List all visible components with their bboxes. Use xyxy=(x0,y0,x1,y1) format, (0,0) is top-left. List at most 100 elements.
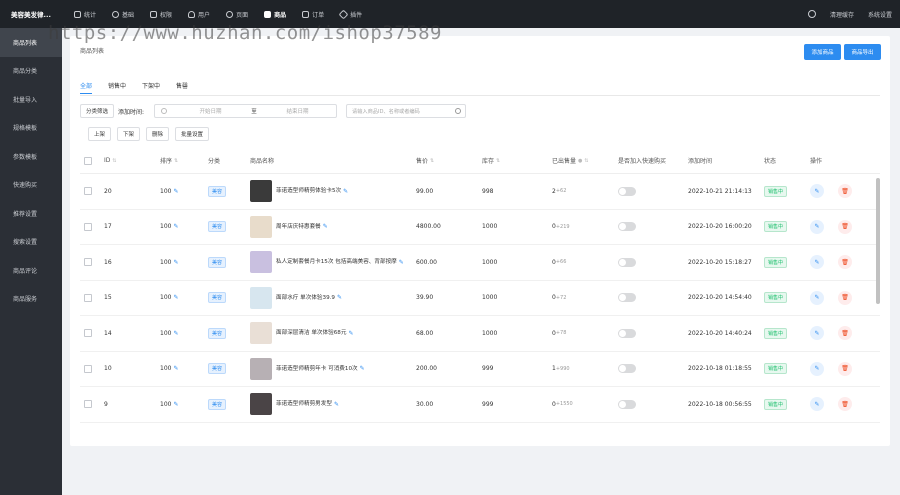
col-sort[interactable]: 排序 xyxy=(160,156,172,165)
system-settings-link[interactable]: 系统设置 xyxy=(868,10,892,19)
edit-icon[interactable]: ✎ xyxy=(810,290,824,305)
product-thumbnail[interactable] xyxy=(250,357,272,380)
tab-all[interactable]: 全部 xyxy=(80,81,93,94)
bulk-settings-button[interactable]: 批量设置 xyxy=(175,127,210,141)
quick-buy-toggle[interactable] xyxy=(618,293,636,303)
product-thumbnail[interactable] xyxy=(250,286,272,309)
sidebar-item-search-settings[interactable]: 搜索设置 xyxy=(0,228,62,257)
quick-buy-toggle[interactable] xyxy=(618,222,636,232)
product-thumbnail[interactable] xyxy=(250,322,272,345)
edit-name-icon[interactable]: ✎ xyxy=(323,223,328,230)
search-input[interactable]: 请输入商品ID、名称或者编码 xyxy=(346,104,466,118)
quick-buy-toggle[interactable] xyxy=(618,328,636,338)
tab-sold-out[interactable]: 售罄 xyxy=(176,81,188,94)
export-goods-button[interactable]: 商品导出 xyxy=(844,44,881,60)
scrollbar[interactable] xyxy=(876,178,880,304)
sort-icon[interactable]: ⇅ xyxy=(174,158,178,164)
row-checkbox[interactable] xyxy=(84,400,92,409)
product-thumbnail[interactable] xyxy=(250,393,272,416)
row-checkbox[interactable] xyxy=(84,258,92,267)
cell-sort: 100 xyxy=(160,187,172,195)
bulk-delete-button[interactable]: 删除 xyxy=(146,127,170,141)
quick-buy-toggle[interactable] xyxy=(618,364,636,374)
category-tag: 美容 xyxy=(208,256,227,268)
clear-cache-link[interactable]: 清理缓存 xyxy=(830,10,854,19)
tab-on-sale[interactable]: 销售中 xyxy=(108,81,126,94)
sidebar-item-bulk-import[interactable]: 批量导入 xyxy=(0,85,62,114)
date-range-picker[interactable]: 开始日期 至 结束日期 xyxy=(154,104,337,118)
quick-buy-toggle[interactable] xyxy=(618,186,636,196)
delete-icon[interactable]: 🗑 xyxy=(838,290,852,305)
product-thumbnail[interactable] xyxy=(250,180,272,203)
search-icon[interactable] xyxy=(455,108,461,114)
nav-label: 页面 xyxy=(236,11,249,19)
sort-icon[interactable]: ⇅ xyxy=(430,158,434,164)
sidebar-item-recommend[interactable]: 推荐设置 xyxy=(0,199,62,228)
product-thumbnail[interactable] xyxy=(250,251,272,274)
col-stock[interactable]: 库存 xyxy=(482,156,494,165)
edit-sort-icon[interactable]: ✎ xyxy=(173,330,178,337)
edit-name-icon[interactable]: ✎ xyxy=(337,294,342,301)
sidebar-item-comments[interactable]: 商品评论 xyxy=(0,256,62,285)
sidebar-item-goods-category[interactable]: 商品分类 xyxy=(0,57,62,86)
edit-name-icon[interactable]: ✎ xyxy=(343,188,348,195)
sidebar-item-quick-buy[interactable]: 快速购买 xyxy=(0,171,62,200)
col-sold[interactable]: 已出售量 xyxy=(552,156,576,165)
edit-name-icon[interactable]: ✎ xyxy=(399,259,404,266)
row-checkbox[interactable] xyxy=(84,329,92,338)
category-tag: 美容 xyxy=(208,363,227,375)
cell-sold-virtual: +990 xyxy=(555,365,570,372)
cell-sold-virtual: +66 xyxy=(555,259,567,266)
delete-icon[interactable]: 🗑 xyxy=(838,184,852,199)
row-checkbox[interactable] xyxy=(84,222,92,231)
sidebar-item-services[interactable]: 商品服务 xyxy=(0,285,62,314)
edit-icon[interactable]: ✎ xyxy=(810,184,824,199)
cell-sold-virtual: +78 xyxy=(555,330,567,337)
edit-sort-icon[interactable]: ✎ xyxy=(173,365,178,372)
edit-sort-icon[interactable]: ✎ xyxy=(173,259,178,266)
edit-icon[interactable]: ✎ xyxy=(810,219,824,234)
product-thumbnail[interactable] xyxy=(250,215,272,238)
table-body: 20 100 ✎ 美容 菲诺造型师精剪体验卡5次 ✎ 99.00 998 2 +62 2022-10… xyxy=(80,174,880,423)
sort-icon[interactable]: ⇅ xyxy=(112,158,116,164)
col-price[interactable]: 售价 xyxy=(416,156,428,165)
add-goods-button[interactable]: 添加商品 xyxy=(804,44,841,60)
edit-sort-icon[interactable]: ✎ xyxy=(173,401,178,408)
row-checkbox[interactable] xyxy=(84,364,92,373)
category-filter-button[interactable]: 分类筛选 xyxy=(80,104,115,118)
edit-name-icon[interactable]: ✎ xyxy=(360,365,365,372)
bulk-on-shelf-button[interactable]: 上架 xyxy=(88,127,112,141)
sort-icon[interactable]: ⇅ xyxy=(584,158,588,164)
edit-icon[interactable]: ✎ xyxy=(810,361,824,376)
delete-icon[interactable]: 🗑 xyxy=(838,361,852,376)
col-id[interactable]: ID xyxy=(104,157,110,164)
help-icon[interactable] xyxy=(807,10,816,18)
delete-icon[interactable]: 🗑 xyxy=(838,219,852,234)
sidebar-item-spec-template[interactable]: 规格模板 xyxy=(0,114,62,143)
cell-add-time: 2022-10-18 01:18:55 xyxy=(688,365,752,373)
start-date-input[interactable]: 开始日期 xyxy=(173,107,248,115)
edit-name-icon[interactable]: ✎ xyxy=(334,401,339,408)
tab-off-shelf[interactable]: 下架中 xyxy=(142,81,160,94)
delete-icon[interactable]: 🗑 xyxy=(838,326,852,341)
delete-icon[interactable]: 🗑 xyxy=(838,255,852,270)
col-add-time: 添加时间 xyxy=(688,158,713,165)
end-date-input[interactable]: 结束日期 xyxy=(260,107,335,115)
row-checkbox[interactable] xyxy=(84,187,92,196)
edit-sort-icon[interactable]: ✎ xyxy=(173,294,178,301)
sort-icon[interactable]: ⇅ xyxy=(496,158,500,164)
edit-icon[interactable]: ✎ xyxy=(810,326,824,341)
sidebar-item-param-template[interactable]: 参数模板 xyxy=(0,142,62,171)
product-name: 周年店庆特惠套餐 xyxy=(276,223,321,230)
edit-icon[interactable]: ✎ xyxy=(810,255,824,270)
edit-sort-icon[interactable]: ✎ xyxy=(173,223,178,230)
edit-name-icon[interactable]: ✎ xyxy=(348,330,353,337)
row-checkbox[interactable] xyxy=(84,293,92,302)
select-all-checkbox[interactable] xyxy=(84,156,92,165)
quick-buy-toggle[interactable] xyxy=(618,257,636,267)
delete-icon[interactable]: 🗑 xyxy=(838,397,852,412)
quick-buy-toggle[interactable] xyxy=(618,399,636,409)
bulk-off-shelf-button[interactable]: 下架 xyxy=(117,127,141,141)
edit-sort-icon[interactable]: ✎ xyxy=(173,188,178,195)
edit-icon[interactable]: ✎ xyxy=(810,397,824,412)
